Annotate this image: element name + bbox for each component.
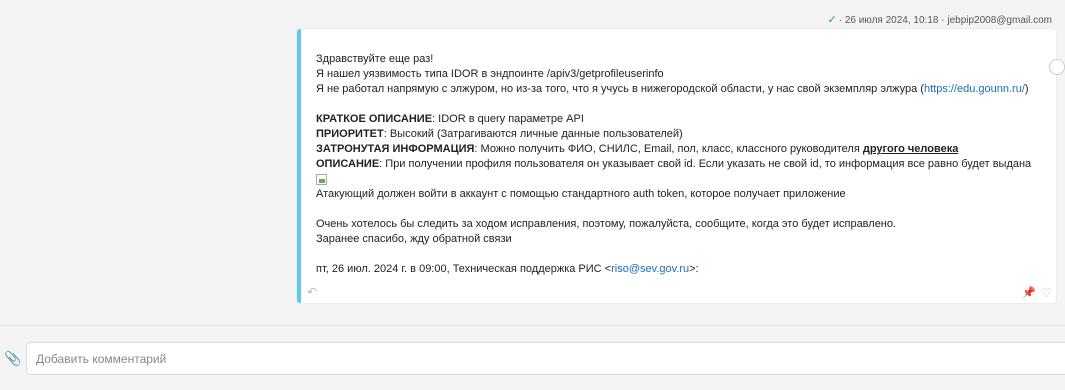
broken-image-line <box>316 172 1046 187</box>
brief-label: КРАТКОЕ ОПИСАНИЕ <box>316 113 433 125</box>
message-side-handle[interactable] <box>1049 59 1065 75</box>
heart-icon[interactable]: ♡ <box>1041 286 1052 300</box>
message-sender: jebpip2008@gmail.com <box>947 15 1052 26</box>
paperclip-icon[interactable]: 📎 <box>4 350 21 367</box>
affected-label: ЗАТРОНУТАЯ ИНФОРМАЦИЯ <box>316 143 475 155</box>
follow-line: Очень хотелось бы следить за ходом испра… <box>316 218 897 230</box>
description-label: ОПИСАНИЕ <box>316 158 380 170</box>
edu-link[interactable]: https://edu.gounn.ru/ <box>924 83 1025 95</box>
message-body: Здравствуйте еще раз! Я нашел уязвимость… <box>316 52 1046 277</box>
pin-icon[interactable]: 📌 <box>1022 286 1036 299</box>
affected-emphasis: другого человека <box>862 143 959 155</box>
message-meta: ✓ · 26 июля 2024, 10:18 · jebpip2008@gmai… <box>827 13 1052 26</box>
composer-divider <box>0 325 1065 326</box>
priority-label: ПРИОРИТЕТ <box>316 128 384 140</box>
message-card: Здравствуйте еще раз! Я нашел уязвимость… <box>297 29 1065 303</box>
quote-email-link[interactable]: riso@sev.gov.ru <box>611 263 689 275</box>
comment-input[interactable] <box>27 343 1065 374</box>
sent-separator-2: · <box>941 15 945 26</box>
sent-separator-1: · <box>838 15 843 26</box>
message-date: 26 июля 2024, 10:18 <box>844 15 939 26</box>
priority-line: ПРИОРИТЕТ: Высокий (Затрагиваются личные… <box>316 128 683 140</box>
context-line: Я не работал напрямую с элжуром, но из-з… <box>316 83 1029 95</box>
description-line: ОПИСАНИЕ: При получении профиля пользова… <box>316 158 1032 170</box>
greeting-line: Здравствуйте еще раз! <box>316 53 434 65</box>
attacker-line: Атакующий должен войти в аккаунт с помощ… <box>316 188 846 200</box>
quote-header-line: пт, 26 июл. 2024 г. в 09:00, Техническая… <box>316 263 699 275</box>
delivered-check-icon: ✓ <box>827 14 837 26</box>
reply-icon[interactable]: ↶ <box>307 285 317 299</box>
brief-line: КРАТКОЕ ОПИСАНИЕ: IDOR в query параметре… <box>316 113 584 125</box>
thanks-line: Заранее спасибо, жду обратной связи <box>316 233 512 245</box>
affected-line: ЗАТРОНУТАЯ ИНФОРМАЦИЯ: Можно получить ФИ… <box>316 143 959 155</box>
broken-image-icon[interactable] <box>316 173 327 185</box>
found-line: Я нашел уязвимость типа IDOR в эндпоинте… <box>316 68 664 80</box>
comment-box[interactable] <box>26 342 1065 375</box>
